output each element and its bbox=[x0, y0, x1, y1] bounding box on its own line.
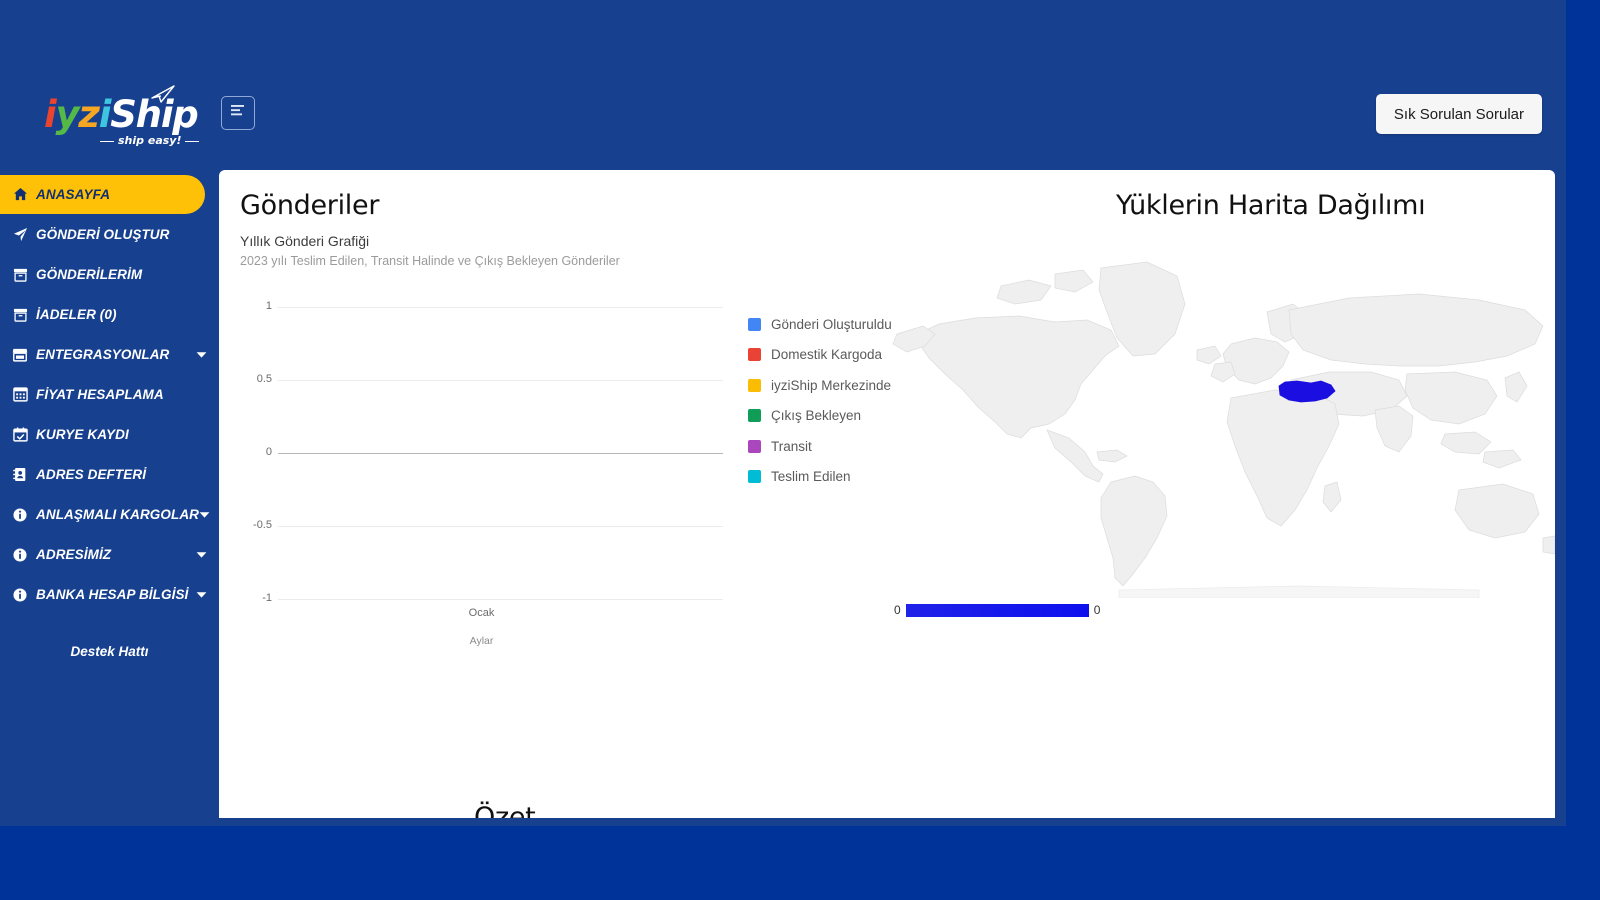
world-map-svg bbox=[892, 261, 1555, 599]
legend-label: Domestik Kargoda bbox=[771, 347, 883, 363]
sidebar-item-label: İADELER (0) bbox=[36, 307, 117, 322]
chart-y-tick: -0.5 bbox=[253, 519, 272, 531]
summary-title: Özet bbox=[474, 802, 536, 818]
info-icon bbox=[11, 507, 29, 522]
support-line-link[interactable]: Destek Hattı bbox=[0, 644, 219, 659]
logo-letter-3: z bbox=[78, 93, 100, 136]
chart-gridline bbox=[278, 307, 723, 308]
shipments-title: Gönderiler bbox=[240, 190, 380, 221]
logo-letter-4: i bbox=[98, 93, 112, 136]
dashboard-content: Gönderiler Yıllık Gönderi Grafiği 2023 y… bbox=[219, 170, 1555, 818]
top-bar: iyziShip ship easy! Sık Sorulan Sorular bbox=[0, 0, 1566, 170]
sidebar-item-gönderi-leri-m[interactable]: GÖNDERİLERİM bbox=[0, 255, 219, 294]
sidebar-item-adres-defteri[interactable]: ADRES DEFTERİ bbox=[0, 455, 219, 494]
chevron-down-icon[interactable] bbox=[196, 347, 207, 362]
map-legend-gradient-bar bbox=[905, 603, 1089, 617]
sidebar-item-entegrasyonlar[interactable]: ENTEGRASYONLAR bbox=[0, 335, 219, 374]
logo-letter-2: y bbox=[55, 93, 79, 136]
yearly-shipments-chart: 1 0.5 0 -0.5 -1 Ocak Aylar Gönderi Oluşturul… bbox=[240, 291, 900, 647]
chart-legend-item[interactable]: Teslim Edilen bbox=[748, 462, 892, 493]
chart-x-axis-title: Aylar bbox=[469, 635, 494, 647]
chart-gridline bbox=[278, 453, 723, 454]
legend-color-swatch bbox=[748, 378, 761, 392]
chart-y-tick: 0 bbox=[265, 446, 272, 458]
chart-x-tick-ocak: Ocak bbox=[468, 607, 495, 619]
chart-legend-item[interactable]: Domestik Kargoda bbox=[748, 340, 892, 371]
chart-legend-item[interactable]: iyziShip Merkezinde bbox=[748, 370, 892, 401]
chart-y-tick: 0.5 bbox=[256, 373, 272, 385]
brand-tagline: ship easy! bbox=[96, 134, 194, 147]
legend-color-swatch bbox=[748, 439, 761, 453]
shipments-panel: Gönderiler Yıllık Gönderi Grafiği 2023 y… bbox=[240, 190, 900, 647]
legend-color-swatch bbox=[748, 317, 761, 331]
sidebar-item-fi-yat-hesaplama[interactable]: FİYAT HESAPLAMA bbox=[0, 375, 219, 414]
chart-legend-item[interactable]: Gönderi Oluşturuldu bbox=[748, 309, 892, 340]
legend-color-swatch bbox=[748, 409, 761, 423]
sidebar-item-label: ANASAYFA bbox=[36, 187, 111, 202]
send-icon bbox=[11, 227, 29, 242]
hamburger-icon bbox=[230, 104, 246, 122]
calc-icon bbox=[11, 387, 29, 402]
sidebar-item-label: ADRES DEFTERİ bbox=[36, 467, 147, 482]
chart-gridline bbox=[278, 599, 723, 600]
contacts-icon bbox=[11, 467, 29, 482]
chart-y-tick: 1 bbox=[265, 300, 272, 312]
sidebar: ANASAYFA GÖNDERİ OLUŞTUR GÖNDERİLERİM İADEL… bbox=[0, 170, 219, 826]
legend-label: Çıkış Bekleyen bbox=[771, 408, 862, 424]
legend-label: Teslim Edilen bbox=[771, 469, 851, 485]
sidebar-item-label: BANKA HESAP BİLGİSİ bbox=[36, 587, 189, 602]
calendar-icon bbox=[11, 427, 29, 442]
chart-gridline bbox=[278, 380, 723, 381]
legend-label: iyziShip Merkezinde bbox=[771, 377, 892, 393]
logo-letter-1: i bbox=[44, 93, 57, 136]
map-legend-max: 0 bbox=[1093, 603, 1101, 617]
sidebar-item-label: ADRESİMİZ bbox=[36, 547, 112, 562]
chart-legend: Gönderi Oluşturuldu Domestik Kargoda iyziS… bbox=[748, 309, 892, 492]
sidebar-item-adresi-mi-z[interactable]: ADRESİMİZ bbox=[0, 535, 219, 574]
sidebar-item-i-adeler-0[interactable]: İADELER (0) bbox=[0, 295, 219, 334]
map-color-legend: 0 0 bbox=[894, 603, 1100, 617]
chevron-down-icon[interactable] bbox=[196, 547, 207, 562]
sidebar-item-label: ENTEGRASYONLAR bbox=[36, 347, 170, 362]
chart-legend-item[interactable]: Çıkış Bekleyen bbox=[748, 401, 892, 432]
chevron-down-icon[interactable] bbox=[199, 507, 210, 522]
legend-color-swatch bbox=[748, 470, 761, 484]
sidebar-item-label: KURYE KAYDI bbox=[36, 427, 129, 442]
sidebar-toggle-button[interactable] bbox=[221, 96, 255, 130]
paper-plane-icon bbox=[150, 84, 176, 109]
map-legend-min: 0 bbox=[894, 603, 901, 617]
info-icon bbox=[11, 547, 29, 562]
sidebar-item-label: ANLAŞMALI KARGOLAR bbox=[36, 507, 200, 522]
brand-logo[interactable]: iyziShip ship easy! bbox=[44, 85, 199, 152]
chart-legend-item[interactable]: Transit bbox=[748, 431, 892, 462]
sidebar-item-label: FİYAT HESAPLAMA bbox=[36, 387, 164, 402]
chart-gridline bbox=[278, 526, 723, 527]
map-landmasses bbox=[892, 261, 1555, 599]
legend-label: Transit bbox=[771, 438, 812, 454]
sidebar-item-kurye-kaydi[interactable]: KURYE KAYDI bbox=[0, 415, 219, 454]
legend-label: Gönderi Oluşturuldu bbox=[771, 316, 892, 332]
store-icon bbox=[11, 348, 29, 362]
shipments-subtitle: Yıllık Gönderi Grafiği bbox=[240, 233, 370, 249]
info-icon bbox=[11, 587, 29, 602]
home-icon bbox=[11, 187, 29, 202]
chevron-down-icon[interactable] bbox=[196, 587, 207, 602]
box-icon bbox=[11, 308, 29, 322]
sidebar-item-anlaşmali-kargolar[interactable]: ANLAŞMALI KARGOLAR bbox=[0, 495, 219, 534]
app-root: iyziShip ship easy! Sık Sorulan Sorular bbox=[0, 0, 1600, 900]
faq-button[interactable]: Sık Sorulan Sorular bbox=[1375, 94, 1542, 134]
sidebar-item-banka-hesap-bi-lgi-si[interactable]: BANKA HESAP BİLGİSİ bbox=[0, 575, 219, 614]
sidebar-item-gönderi-oluştur[interactable]: GÖNDERİ OLUŞTUR bbox=[0, 215, 219, 254]
map-title: Yüklerin Harita Dağılımı bbox=[1116, 190, 1426, 221]
shipments-description: 2023 yılı Teslim Edilen, Transit Halinde… bbox=[240, 254, 620, 268]
sidebar-item-label: GÖNDERİLERİM bbox=[36, 267, 143, 282]
sidebar-nav-list: ANASAYFA GÖNDERİ OLUŞTUR GÖNDERİLERİM İADEL… bbox=[0, 175, 219, 614]
box-icon bbox=[11, 268, 29, 282]
legend-color-swatch bbox=[748, 348, 761, 362]
sidebar-item-anasayfa[interactable]: ANASAYFA bbox=[0, 175, 205, 214]
sidebar-item-label: GÖNDERİ OLUŞTUR bbox=[36, 227, 170, 242]
chart-y-tick: -1 bbox=[262, 592, 272, 604]
map-panel: Yüklerin Harita Dağılımı 0 0 bbox=[879, 190, 1555, 630]
world-map[interactable] bbox=[879, 238, 1555, 599]
